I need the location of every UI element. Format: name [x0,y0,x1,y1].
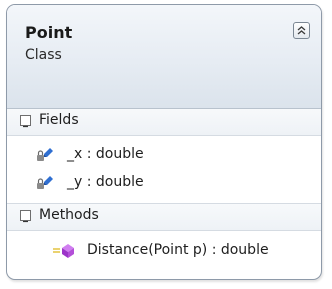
class-stereotype: Class [25,47,62,63]
section-label-fields: Fields [39,112,79,128]
section-fields[interactable]: Fields [7,109,321,136]
private-field-icon [35,146,55,164]
class-shape-point[interactable]: Point Class Fields _x : double _y: doub… [6,4,322,280]
class-header: Point Class [7,5,321,108]
field-item[interactable]: _x : double [7,143,321,167]
section-methods[interactable]: Methods [7,203,321,231]
section-label-methods: Methods [39,207,99,223]
field-label: _x : double [67,146,144,162]
collapse-toggle-icon[interactable] [20,210,31,223]
double-chevron-up-icon [297,26,306,35]
field-item[interactable]: _y : double [7,171,321,195]
field-label: _y : double [67,174,144,190]
private-field-icon [35,174,55,192]
method-label: Distance(Point p) : double [87,242,269,258]
class-title: Point [25,23,73,42]
collapse-toggle-icon[interactable] [20,115,31,128]
collapse-button[interactable] [293,22,310,39]
public-method-icon [51,242,77,260]
method-item[interactable]: Distance(Point p) : double [7,239,321,263]
